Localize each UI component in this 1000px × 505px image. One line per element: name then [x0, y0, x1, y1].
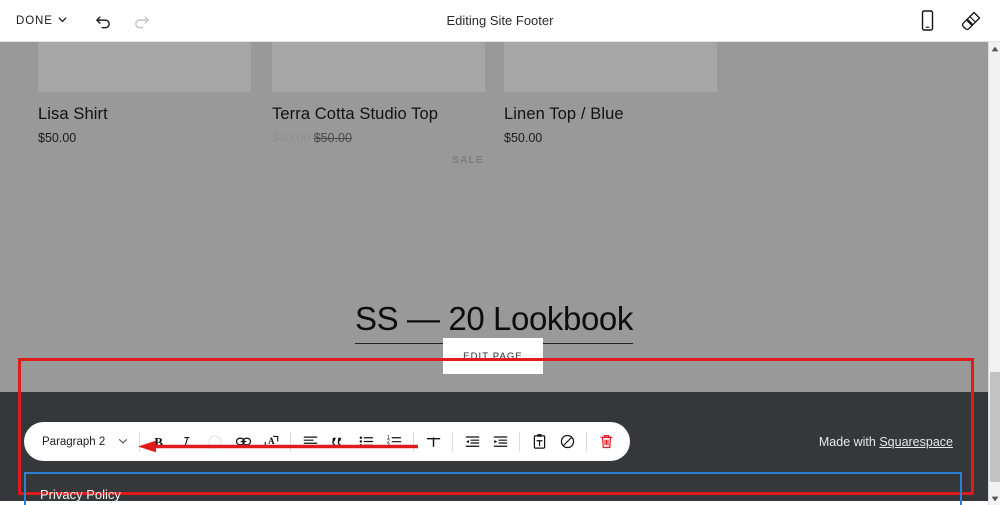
- sale-badge: SALE: [452, 154, 484, 166]
- product-grid: Lisa Shirt $50.00 Terra Cotta Studio Top…: [0, 42, 988, 166]
- svg-text:B: B: [154, 434, 163, 449]
- done-button[interactable]: DONE: [16, 15, 67, 27]
- product-price: $40.00 $50.00: [272, 131, 485, 145]
- product-title: Linen Top / Blue: [504, 105, 624, 123]
- done-button-label: DONE: [16, 14, 53, 27]
- paste-as-text-icon[interactable]: [525, 428, 553, 456]
- bulleted-list-icon[interactable]: [352, 428, 380, 456]
- product-original-price: $50.00: [313, 131, 352, 145]
- scrollbar-thumb[interactable]: [990, 372, 1000, 482]
- outdent-icon[interactable]: [458, 428, 486, 456]
- product-image: [504, 42, 717, 92]
- product-price-value: $50.00: [38, 131, 77, 145]
- numbered-list-icon[interactable]: 1 2 3: [380, 428, 408, 456]
- bold-button[interactable]: B: [145, 428, 173, 456]
- svg-text:A: A: [268, 436, 275, 446]
- undo-icon[interactable]: [93, 10, 115, 32]
- link-icon[interactable]: [229, 428, 257, 456]
- privacy-policy-text[interactable]: Privacy Policy: [40, 487, 121, 502]
- delete-block-icon[interactable]: [592, 428, 620, 456]
- align-left-icon[interactable]: [296, 428, 324, 456]
- footer-text-block-selection[interactable]: Privacy Policy: [24, 472, 962, 505]
- product-card[interactable]: Lisa Shirt $50.00: [38, 42, 251, 145]
- rich-text-toolbar: Paragraph 2 B A 1 2 3: [24, 422, 630, 461]
- product-sale-price: $40.00: [272, 131, 311, 145]
- indent-icon[interactable]: [486, 428, 514, 456]
- horizontal-rule-icon[interactable]: [419, 428, 447, 456]
- toolbar-divider: [452, 431, 453, 452]
- history-controls: [93, 10, 153, 32]
- text-color-icon[interactable]: [201, 428, 229, 456]
- chevron-down-icon: [118, 433, 128, 451]
- chevron-down-icon: [58, 15, 67, 24]
- product-image: [38, 42, 251, 92]
- made-with-squarespace: Made with Squarespace: [819, 435, 953, 449]
- scroll-up-arrow-icon[interactable]: [989, 42, 1000, 55]
- site-preview: Lisa Shirt $50.00 Terra Cotta Studio Top…: [0, 42, 988, 505]
- editor-window: DONE Editing Site Footer Lisa Shirt $50.…: [0, 0, 1000, 505]
- product-price: $50.00: [504, 131, 717, 145]
- toolbar-divider: [139, 431, 140, 452]
- editor-topbar: DONE Editing Site Footer: [0, 0, 1000, 42]
- toolbar-divider: [519, 431, 520, 452]
- product-title: Terra Cotta Studio Top: [272, 105, 439, 123]
- toolbar-divider: [290, 431, 291, 452]
- scroll-down-arrow-icon[interactable]: [989, 492, 1000, 505]
- made-with-prefix: Made with: [818, 435, 880, 449]
- product-card[interactable]: Terra Cotta Studio Top $40.00 $50.00 SAL…: [272, 42, 485, 166]
- blockquote-icon[interactable]: [324, 428, 352, 456]
- product-title: Lisa Shirt: [38, 105, 108, 123]
- product-image: [272, 42, 485, 92]
- italic-button[interactable]: [173, 428, 201, 456]
- mobile-preview-icon[interactable]: [916, 10, 938, 32]
- svg-text:3: 3: [386, 443, 389, 449]
- block-format-select[interactable]: Paragraph 2: [34, 428, 134, 455]
- vertical-scrollbar[interactable]: [988, 42, 1000, 505]
- paintbrush-icon[interactable]: [960, 10, 982, 32]
- block-format-value: Paragraph 2: [42, 435, 106, 448]
- squarespace-link[interactable]: Squarespace: [879, 435, 953, 449]
- product-price-value: $50.00: [504, 131, 543, 145]
- text-size-icon[interactable]: A: [257, 428, 285, 456]
- topbar-right-actions: [916, 10, 982, 32]
- clear-formatting-icon[interactable]: [553, 428, 581, 456]
- product-price: $50.00: [38, 131, 251, 145]
- product-card[interactable]: Linen Top / Blue $50.00: [504, 42, 717, 145]
- edit-page-button[interactable]: EDIT PAGE: [443, 338, 543, 374]
- toolbar-divider: [413, 431, 414, 452]
- redo-icon[interactable]: [131, 10, 153, 32]
- toolbar-divider: [586, 431, 587, 452]
